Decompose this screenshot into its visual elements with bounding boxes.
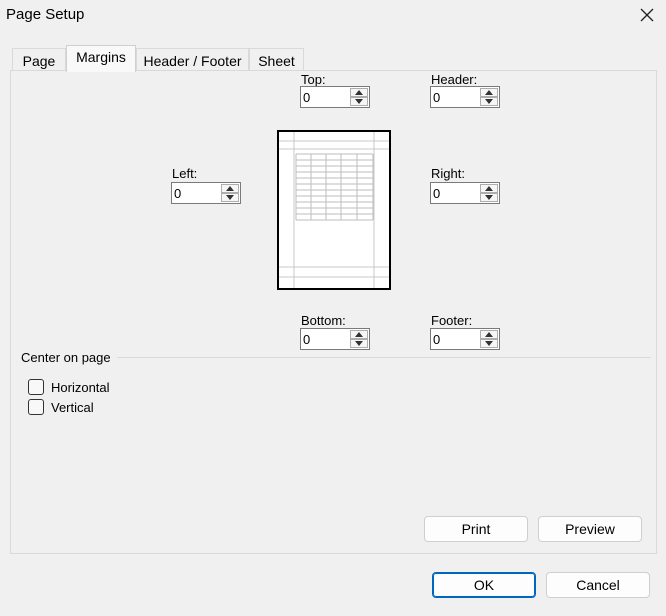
right-spin-up-button[interactable] xyxy=(480,184,498,193)
arrow-up-icon xyxy=(355,90,363,95)
arrow-up-icon xyxy=(485,90,493,95)
tab-sheet[interactable]: Sheet xyxy=(249,48,304,72)
arrow-up-icon xyxy=(226,186,234,191)
horizontal-checkbox[interactable] xyxy=(28,379,44,395)
arrow-down-icon xyxy=(355,99,363,104)
page-preview xyxy=(277,130,391,290)
margins-panel: Top: Header: Left: xyxy=(10,70,657,554)
left-spin-up-button[interactable] xyxy=(221,184,239,193)
arrow-up-icon xyxy=(355,332,363,337)
bottom-spinner[interactable] xyxy=(300,328,370,350)
footer-input[interactable] xyxy=(431,329,479,349)
bottom-spin-down-button[interactable] xyxy=(350,339,368,348)
header-label: Header: xyxy=(431,72,478,87)
right-input[interactable] xyxy=(431,183,479,203)
title-bar: Page Setup xyxy=(0,0,666,32)
top-input[interactable] xyxy=(301,87,349,107)
arrow-down-icon xyxy=(485,341,493,346)
footer-label: Footer: xyxy=(431,313,473,328)
tab-page[interactable]: Page xyxy=(12,48,66,72)
left-spin-down-button[interactable] xyxy=(221,193,239,202)
vertical-checkbox-label[interactable]: Vertical xyxy=(51,400,94,415)
bottom-label: Bottom: xyxy=(301,313,346,328)
arrow-up-icon xyxy=(485,332,493,337)
print-button[interactable]: Print xyxy=(424,516,528,542)
header-input[interactable] xyxy=(431,87,479,107)
right-spinner[interactable] xyxy=(430,182,500,204)
horizontal-checkbox-label[interactable]: Horizontal xyxy=(51,380,110,395)
header-spin-up-button[interactable] xyxy=(480,88,498,97)
close-button[interactable] xyxy=(636,4,658,26)
top-spin-down-button[interactable] xyxy=(350,97,368,106)
left-label: Left: xyxy=(172,166,198,181)
left-spinner[interactable] xyxy=(171,182,241,204)
top-spin-up-button[interactable] xyxy=(350,88,368,97)
vertical-checkbox[interactable] xyxy=(28,399,44,415)
window-title: Page Setup xyxy=(6,6,85,23)
ok-button[interactable]: OK xyxy=(432,572,536,598)
preview-button[interactable]: Preview xyxy=(538,516,642,542)
group-divider xyxy=(117,357,651,358)
page-preview-graphic xyxy=(279,132,389,288)
arrow-down-icon xyxy=(485,99,493,104)
arrow-down-icon xyxy=(226,195,234,200)
footer-spin-down-button[interactable] xyxy=(480,339,498,348)
arrow-down-icon xyxy=(485,195,493,200)
tab-header-footer[interactable]: Header / Footer xyxy=(136,48,249,72)
tab-margins[interactable]: Margins xyxy=(66,45,136,72)
cancel-button[interactable]: Cancel xyxy=(546,572,650,598)
footer-spinner[interactable] xyxy=(430,328,500,350)
bottom-input[interactable] xyxy=(301,329,349,349)
right-label: Right: xyxy=(431,166,465,181)
left-input[interactable] xyxy=(172,183,220,203)
top-spinner[interactable] xyxy=(300,86,370,108)
header-spin-down-button[interactable] xyxy=(480,97,498,106)
header-spinner[interactable] xyxy=(430,86,500,108)
arrow-down-icon xyxy=(355,341,363,346)
arrow-up-icon xyxy=(485,186,493,191)
close-icon xyxy=(640,8,654,22)
right-spin-down-button[interactable] xyxy=(480,193,498,202)
footer-spin-up-button[interactable] xyxy=(480,330,498,339)
center-on-page-label: Center on page xyxy=(21,350,111,365)
bottom-spin-up-button[interactable] xyxy=(350,330,368,339)
top-label: Top: xyxy=(301,72,326,87)
